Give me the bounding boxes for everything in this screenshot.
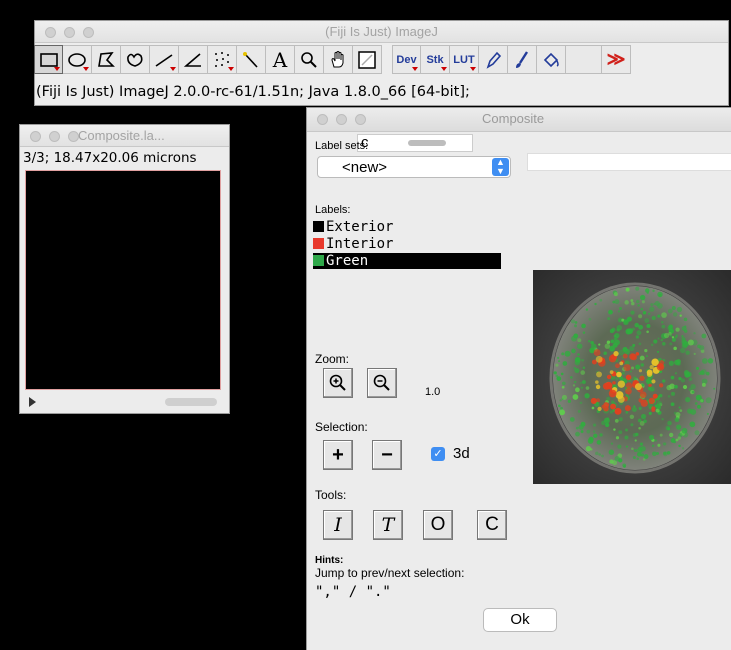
label-name: Exterior	[326, 219, 394, 235]
text-tool-icon[interactable]: A	[266, 45, 295, 74]
dev-menu-icon[interactable]: Dev	[392, 45, 421, 74]
zoom-label: Zoom:	[315, 352, 350, 366]
tool-button-c[interactable]: C	[477, 510, 507, 540]
zoom-out-icon	[373, 374, 390, 391]
text-tool-label: A	[272, 47, 288, 72]
label-sets-label: Label sets:	[315, 140, 369, 152]
zoom-value: 1.0	[425, 386, 441, 398]
selection-label: Selection:	[315, 420, 368, 434]
minimize-button[interactable]	[49, 131, 60, 142]
image-canvas[interactable]	[25, 170, 221, 390]
zoom-in-icon	[329, 374, 346, 391]
imagej-status-bar: (Fiji Is Just) ImageJ 2.0.0-rc-61/1.51n;…	[36, 84, 470, 100]
label-item[interactable]: Interior	[313, 236, 393, 252]
stk-menu-icon[interactable]: Stk	[421, 45, 450, 74]
more-tools-label: ≫	[606, 49, 626, 69]
hint-keys: "," / "."	[315, 584, 391, 600]
tool-button-label: T	[381, 514, 395, 536]
add-selection-label: +	[332, 443, 344, 466]
oval-tool-icon[interactable]	[63, 45, 92, 74]
label-color-swatch	[313, 238, 324, 249]
close-button[interactable]	[30, 131, 41, 142]
zoom-button[interactable]	[355, 114, 366, 125]
tool-button-o[interactable]: O	[423, 510, 453, 540]
polygon-tool-icon[interactable]	[92, 45, 121, 74]
tools-label: Tools:	[315, 488, 347, 502]
remove-selection-label: −	[381, 443, 393, 466]
multipoint-tool-icon[interactable]	[208, 45, 237, 74]
brush-tool-icon[interactable]	[508, 45, 537, 74]
imagej-toolbar: A Dev Stk LUT ≫	[34, 45, 631, 75]
tool-button-t[interactable]: T	[373, 510, 403, 540]
zoom-out-button[interactable]	[367, 368, 397, 398]
more-tools-icon[interactable]: ≫	[602, 45, 631, 74]
label-sets-search-field[interactable]	[527, 153, 731, 171]
label-set-value: <new>	[342, 159, 388, 176]
tool-button-label: O	[430, 514, 446, 535]
window-controls	[30, 131, 79, 142]
line-tool-icon[interactable]	[150, 45, 179, 74]
label-color-swatch	[313, 255, 324, 266]
window-title: Composite	[482, 111, 545, 126]
composite-image-window: Composite.la... 3/3; 18.47x20.06 microns	[19, 124, 230, 414]
add-selection-button[interactable]: +	[323, 440, 353, 470]
cell-image	[533, 270, 731, 484]
composite-titlebar[interactable]: Composite	[307, 108, 731, 132]
labels-heading: Labels:	[315, 204, 351, 216]
window-title: Composite.la...	[78, 128, 165, 143]
chevron-updown-icon: ▲ ▼	[492, 158, 509, 176]
tool-button-i[interactable]: I	[323, 510, 353, 540]
empty-tool-slot	[566, 45, 602, 74]
popup-handle	[408, 140, 446, 146]
freehand-tool-icon[interactable]	[121, 45, 150, 74]
3d-checkbox[interactable]: ✓	[431, 447, 445, 461]
play-arrow-icon[interactable]	[29, 397, 36, 407]
hint-text: Jump to prev/next selection:	[315, 566, 465, 580]
minimize-button[interactable]	[336, 114, 347, 125]
label-name: Interior	[326, 236, 394, 252]
flood-fill-tool-icon[interactable]	[537, 45, 566, 74]
window-controls	[317, 114, 366, 125]
slice-scrollbar[interactable]	[25, 393, 221, 411]
scroll-thumb[interactable]	[165, 398, 217, 406]
angle-tool-icon[interactable]	[179, 45, 208, 74]
3d-checkbox-label: 3d	[453, 445, 470, 462]
label-item[interactable]: Green	[313, 253, 501, 269]
stk-menu-label: Stk	[426, 53, 444, 66]
microscopy-image[interactable]	[533, 270, 731, 484]
pencil-tool-icon[interactable]	[479, 45, 508, 74]
label-name: Green	[326, 253, 369, 269]
remove-selection-button[interactable]: −	[372, 440, 402, 470]
lut-menu-icon[interactable]: LUT	[450, 45, 479, 74]
hints-label: Hints:	[315, 555, 344, 566]
composite-image-titlebar[interactable]: Composite.la...	[20, 125, 229, 147]
wand-tool-icon[interactable]	[237, 45, 266, 74]
popup-tooltip: c	[357, 134, 473, 152]
tool-button-label: I	[334, 514, 342, 536]
rectangle-tool-icon[interactable]	[34, 45, 63, 74]
composite-dialog: Composite c Label sets: <new> ▲ ▼ Labels:…	[306, 107, 731, 650]
label-item[interactable]: Exterior	[313, 219, 393, 235]
zoom-in-button[interactable]	[323, 368, 353, 398]
tool-button-label: C	[485, 514, 499, 535]
magnifier-tool-icon[interactable]	[295, 45, 324, 74]
label-color-swatch	[313, 221, 324, 232]
labels-list[interactable]: Exterior Interior Green	[307, 219, 507, 271]
dev-menu-label: Dev	[396, 53, 417, 66]
hand-tool-icon[interactable]	[324, 45, 353, 74]
imagej-titlebar[interactable]: (Fiji Is Just) ImageJ	[35, 21, 728, 43]
image-dimensions: 3/3; 18.47x20.06 microns	[23, 150, 197, 166]
color-picker-tool-icon[interactable]	[353, 45, 382, 74]
close-button[interactable]	[317, 114, 328, 125]
window-title: (Fiji Is Just) ImageJ	[325, 24, 438, 39]
lut-menu-label: LUT	[453, 53, 475, 66]
ok-button[interactable]: Ok	[483, 608, 557, 632]
label-set-select[interactable]: <new> ▲ ▼	[317, 156, 511, 178]
